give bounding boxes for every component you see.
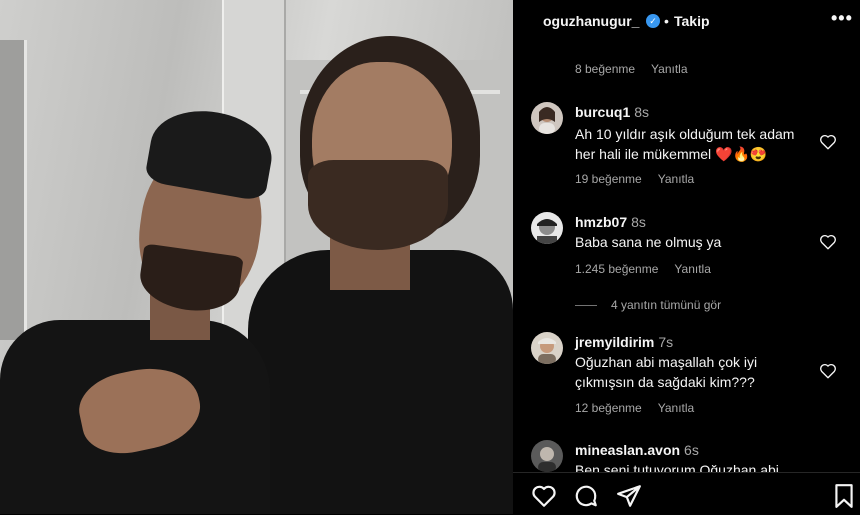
comment-meta: 12 beğenme Yanıtla: [575, 401, 710, 415]
likes-count[interactable]: 1.245 beğenme: [575, 262, 658, 276]
avatar[interactable]: [531, 332, 563, 364]
avatar[interactable]: [531, 102, 563, 134]
replies-divider: [575, 305, 597, 307]
like-comment-heart-icon[interactable]: [819, 233, 837, 251]
heart-icon[interactable]: [531, 483, 557, 509]
photo-door: [0, 40, 27, 340]
comment-text: Baba sana ne olmuş ya: [575, 232, 805, 252]
header-separator: •: [664, 13, 669, 29]
likes-count[interactable]: 12 beğenme: [575, 401, 642, 415]
reply-button[interactable]: Yanıtla: [658, 172, 694, 186]
reply-button[interactable]: Yanıtla: [658, 401, 694, 415]
comment-text: Oğuzhan abi maşallah çok iyi çıkmışsın d…: [575, 352, 805, 392]
instagram-post-view: oguzhanugur_ ✓ • Takip ••• 8 beğenme Yanı…: [0, 0, 860, 515]
likes-count[interactable]: 8 beğenme: [575, 62, 635, 76]
person-right-beard: [308, 160, 448, 250]
comment-text-line: çıkmışsın da sağdaki kim???: [575, 374, 755, 390]
share-icon[interactable]: [616, 483, 642, 509]
comment-time: 6s: [684, 442, 699, 458]
comment-text-line: Oğuzhan abi maşallah çok iyi: [575, 354, 758, 370]
verified-badge-icon: ✓: [646, 14, 660, 28]
avatar[interactable]: [531, 212, 563, 244]
comment-time: 7s: [658, 334, 674, 350]
bookmark-icon[interactable]: [831, 483, 857, 509]
likes-count[interactable]: 19 beğenme: [575, 172, 642, 186]
avatar[interactable]: [531, 440, 563, 472]
follow-button[interactable]: Takip: [674, 13, 710, 29]
view-replies-label: 4 yanıtın tümünü gör: [611, 298, 722, 312]
post-photo[interactable]: [0, 0, 513, 514]
like-comment-heart-icon[interactable]: [819, 362, 837, 380]
comment-username[interactable]: hmzb07 8s: [575, 214, 646, 230]
more-icon[interactable]: •••: [831, 8, 853, 29]
comment-meta: 1.245 beğenme Yanıtla: [575, 262, 727, 276]
comment-icon[interactable]: [573, 483, 599, 509]
comment-text-line: her hali ile mükemmel ❤️🔥😍: [575, 146, 768, 162]
like-comment-heart-icon[interactable]: [819, 133, 837, 151]
comments-panel: oguzhanugur_ ✓ • Takip ••• 8 beğenme Yanı…: [513, 0, 860, 515]
top-comment-meta: 8 beğenme Yanıtla: [575, 62, 704, 76]
view-replies-button[interactable]: 4 yanıtın tümünü gör: [575, 298, 721, 312]
reply-button[interactable]: Yanıtla: [651, 62, 687, 76]
comment-text: Ben seni tutuyorum Oğuzhan abi: [575, 460, 805, 472]
comment-item: mineaslan.avon 6s Ben seni tutuyorum Oğuz…: [513, 440, 860, 472]
header-username[interactable]: oguzhanugur_: [543, 13, 639, 29]
post-action-bar: [513, 472, 860, 515]
comment-text-line: Ben seni tutuyorum Oğuzhan abi: [575, 462, 779, 472]
comment-username[interactable]: jremyildirim 7s: [575, 334, 673, 350]
comment-username[interactable]: burcuq1 8s: [575, 104, 649, 120]
reply-button[interactable]: Yanıtla: [674, 262, 710, 276]
comment-time: 8s: [631, 214, 646, 230]
comment-text-line: Baba sana ne olmuş ya: [575, 234, 722, 250]
comment-username[interactable]: mineaslan.avon 6s: [575, 442, 699, 458]
comment-text-line: Ah 10 yıldır aşık olduğum tek adam: [575, 126, 795, 142]
comment-text: Ah 10 yıldır aşık olduğum tek adam her h…: [575, 124, 805, 164]
post-header: oguzhanugur_ ✓ • Takip •••: [513, 0, 860, 44]
comment-meta: 19 beğenme Yanıtla: [575, 172, 710, 186]
comment-time: 8s: [634, 104, 650, 120]
